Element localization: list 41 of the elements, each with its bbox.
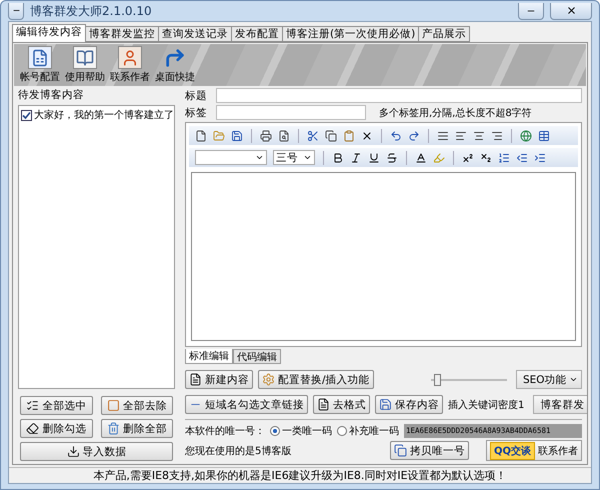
action-button[interactable]: 全部去除 xyxy=(100,396,173,415)
editor-tab[interactable]: 代码编辑 xyxy=(233,349,281,364)
dropdown-button[interactable]: 博客群发 xyxy=(533,395,587,414)
action-button[interactable]: 删除全部 xyxy=(100,419,173,438)
field-label: 标题 xyxy=(185,88,208,102)
density-label: 插入关键词密度1 xyxy=(448,398,524,412)
dropdown-button[interactable]: SEO功能 xyxy=(516,370,582,389)
copy-button[interactable]: 拷贝唯一号 xyxy=(390,441,469,460)
field-label: 标签 xyxy=(185,106,208,120)
tab[interactable]: 博客群发监控 xyxy=(85,26,159,42)
action-button[interactable]: 保存内容 xyxy=(375,395,443,414)
toolbar-button[interactable]: 使用帮助 xyxy=(65,70,105,84)
window-title: 博客群发大师2.1.0.10 xyxy=(30,2,153,20)
tags-hint: 多个标签用,分隔,总长度不超8字符 xyxy=(379,106,532,120)
tab[interactable]: 博客注册(第一次使用必做) xyxy=(282,26,420,42)
toolbar-button[interactable]: 帐号配置 xyxy=(20,70,60,84)
unique-code-label: 本软件的唯一号： xyxy=(185,424,265,438)
action-button[interactable]: 全部选中 xyxy=(20,396,92,415)
action-button[interactable]: 删除勾选 xyxy=(20,419,92,438)
tab[interactable]: 产品展示 xyxy=(418,26,470,42)
list-item[interactable]: 大家好，我的第一个博客建立了 xyxy=(34,108,174,122)
radio-label[interactable]: 一类唯一码 xyxy=(282,424,332,438)
action-button[interactable]: 新建内容 xyxy=(185,370,253,389)
action-button[interactable]: 配置替换/插入功能 xyxy=(258,370,374,389)
action-button[interactable]: 导入数据 xyxy=(20,442,173,461)
action-button[interactable]: 去格式 xyxy=(313,395,370,414)
contact-button[interactable]: QQ交谈 联系作者 xyxy=(486,440,582,461)
contact-label: 联系作者 xyxy=(538,444,578,458)
tab[interactable]: 编辑待发内容 xyxy=(12,24,86,42)
tab[interactable]: 查询发送记录 xyxy=(158,26,232,42)
action-button[interactable]: 短域名勾选文章链接 xyxy=(185,395,308,414)
font-size-dropdown[interactable]: 三号 xyxy=(273,150,315,165)
editor-tab[interactable]: 标准编辑 xyxy=(185,349,233,364)
radio-label[interactable]: 补充唯一码 xyxy=(349,424,399,438)
group-title: 待发博客内容 xyxy=(18,88,85,102)
toolbar-button[interactable]: 联系作者 xyxy=(110,70,150,84)
version-text: 您现在使用的是5博客版 xyxy=(185,444,292,458)
qq-badge: QQ交谈 xyxy=(490,442,535,460)
status-bar: 本产品,需要IE8支持,如果你的机器是IE6建议升级为IE8.同时对IE设置都为默认选项！ xyxy=(9,467,591,483)
tab[interactable]: 发布配置 xyxy=(231,26,283,42)
toolbar-button[interactable]: 桌面快捷 xyxy=(155,70,195,84)
